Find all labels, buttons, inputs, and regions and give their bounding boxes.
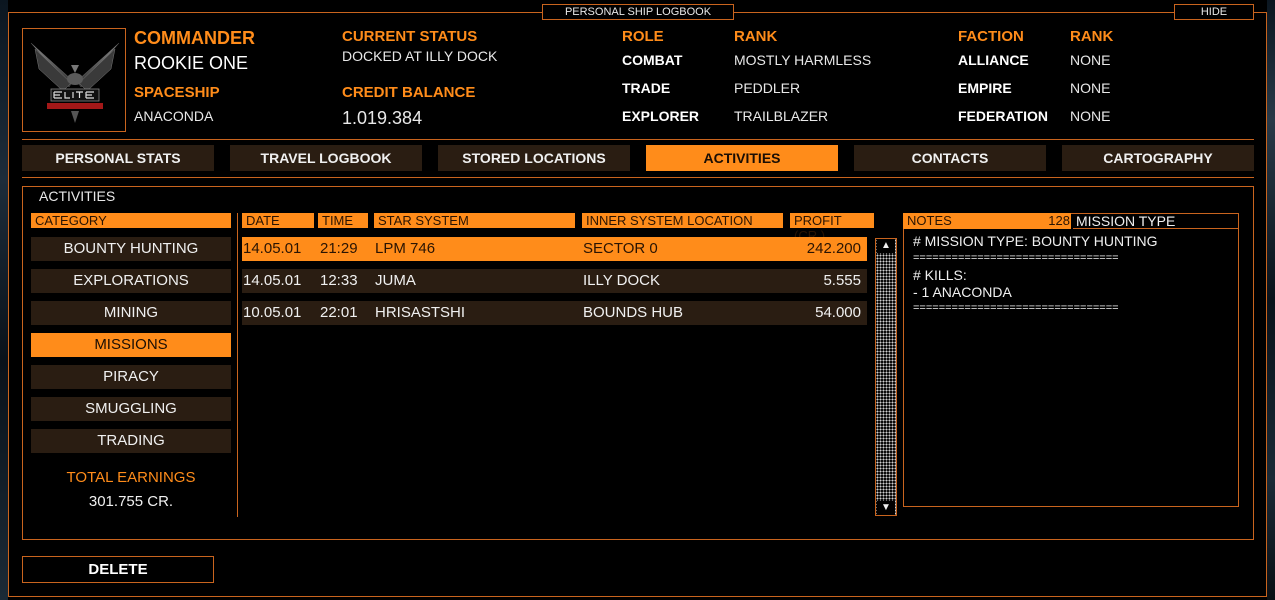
column-header-inner-location[interactable]: INNER SYSTEM LOCATION [582, 213, 783, 228]
cell-inner-location: BOUNDS HUB [583, 304, 684, 321]
cell-time: 21:29 [320, 240, 358, 257]
cell-profit: 242.200 [806, 240, 861, 257]
spaceship-label: SPACESHIP [134, 84, 220, 101]
cell-profit: 54.000 [815, 304, 861, 321]
column-header-profit[interactable]: PROFIT (CR.) [790, 213, 874, 243]
category-explorations[interactable]: EXPLORATIONS [31, 269, 231, 293]
cell-date: 14.05.01 [243, 272, 302, 289]
faction-rank-empire: NONE [1070, 80, 1111, 96]
table-row[interactable]: 14.05.01 21:29 LPM 746 SECTOR 0 242.200 [242, 237, 867, 261]
tab-stored-locations[interactable]: STORED LOCATIONS [438, 145, 630, 171]
faction-rank-federation: NONE [1070, 108, 1111, 124]
role-header: ROLE [622, 28, 664, 45]
background-edge-right [1267, 0, 1275, 600]
tab-travel-logbook[interactable]: TRAVEL LOGBOOK [230, 145, 422, 171]
faction-name-federation: FEDERATION [958, 108, 1048, 124]
hide-button[interactable]: HIDE [1174, 4, 1254, 20]
table-scrollbar[interactable] [875, 238, 897, 516]
cell-date: 14.05.01 [243, 240, 302, 257]
cell-star-system: HRISASTSHI [375, 304, 466, 321]
background-edge-left [0, 0, 8, 600]
window-title: PERSONAL SHIP LOGBOOK [542, 4, 734, 20]
credit-balance-label: CREDIT BALANCE [342, 84, 476, 101]
table-row[interactable]: 10.05.01 22:01 HRISASTSHI BOUNDS HUB 54.… [242, 301, 867, 325]
spaceship-value: ANACONDA [134, 108, 214, 124]
role-rank-combat: MOSTLY HARMLESS [734, 52, 872, 68]
notes-line: ================================ [913, 252, 1119, 264]
notes-line: # MISSION TYPE: BOUNTY HUNTING [913, 233, 1158, 249]
table-row[interactable]: 14.05.01 12:33 JUMA ILLY DOCK 5.555 [242, 269, 867, 293]
category-bounty-hunting[interactable]: BOUNTY HUNTING [31, 237, 231, 261]
category-missions[interactable]: MISSIONS [31, 333, 231, 357]
notes-line: - 1 ANACONDA [913, 284, 1012, 300]
header-divider-top [22, 139, 1254, 140]
role-rank-trade: PEDDLER [734, 80, 801, 96]
column-header-date[interactable]: DATE [242, 213, 314, 228]
role-rank-explorer: TRAILBLAZER [734, 108, 829, 124]
notes-line: # KILLS: [913, 267, 967, 283]
scroll-up-icon[interactable]: ▲ [877, 239, 895, 253]
tab-cartography[interactable]: CARTOGRAPHY [1062, 145, 1254, 171]
cell-date: 10.05.01 [243, 304, 302, 321]
faction-rank-header: RANK [1070, 28, 1114, 45]
role-name-trade: TRADE [622, 80, 671, 96]
column-header-time[interactable]: TIME [318, 213, 368, 228]
notes-title: MISSION TYPE [1073, 213, 1239, 229]
activities-panel-title: ACTIVITIES [33, 188, 122, 204]
commander-label: COMMANDER [134, 28, 255, 48]
role-name-combat: COMBAT [622, 52, 683, 68]
category-mining[interactable]: MINING [31, 301, 231, 325]
category-divider [237, 213, 238, 517]
commander-logo [22, 28, 126, 132]
header-divider-bottom [22, 177, 1254, 178]
current-status-value: DOCKED AT ILLY DOCK [342, 48, 498, 64]
tab-contacts[interactable]: CONTACTS [854, 145, 1046, 171]
category-header: CATEGORY [31, 213, 231, 228]
cell-star-system: LPM 746 [375, 240, 436, 257]
tab-personal-stats[interactable]: PERSONAL STATS [22, 145, 214, 171]
faction-name-alliance: ALLIANCE [958, 52, 1029, 68]
category-trading[interactable]: TRADING [31, 429, 231, 453]
column-header-star-system[interactable]: STAR SYSTEM [374, 213, 575, 228]
category-piracy[interactable]: PIRACY [31, 365, 231, 389]
cell-time: 12:33 [320, 272, 358, 289]
scroll-down-icon[interactable]: ▼ [877, 501, 895, 515]
notes-char-count: 128 [1048, 213, 1070, 228]
notes-line: ================================ [913, 302, 1119, 314]
cell-profit: 5.555 [823, 272, 861, 289]
delete-button[interactable]: DELETE [22, 556, 214, 583]
total-earnings-label: TOTAL EARNINGS [66, 469, 196, 486]
current-status-label: CURRENT STATUS [342, 28, 478, 45]
category-smuggling[interactable]: SMUGGLING [31, 397, 231, 421]
cell-time: 22:01 [320, 304, 358, 321]
role-rank-header: RANK [734, 28, 778, 45]
total-earnings-value: 301.755 CR. [88, 493, 174, 510]
faction-name-empire: EMPIRE [958, 80, 1012, 96]
role-name-explorer: EXPLORER [622, 108, 700, 124]
faction-rank-alliance: NONE [1070, 52, 1111, 68]
cell-inner-location: SECTOR 0 [583, 240, 658, 257]
elite-dangerous-logo-icon [30, 42, 120, 123]
cell-star-system: JUMA [375, 272, 416, 289]
faction-header: FACTION [958, 28, 1024, 45]
commander-name: ROOKIE ONE [134, 53, 249, 73]
tab-activities[interactable]: ACTIVITIES [646, 145, 838, 171]
credit-balance-value: 1.019.384 [342, 108, 423, 128]
cell-inner-location: ILLY DOCK [583, 272, 660, 289]
